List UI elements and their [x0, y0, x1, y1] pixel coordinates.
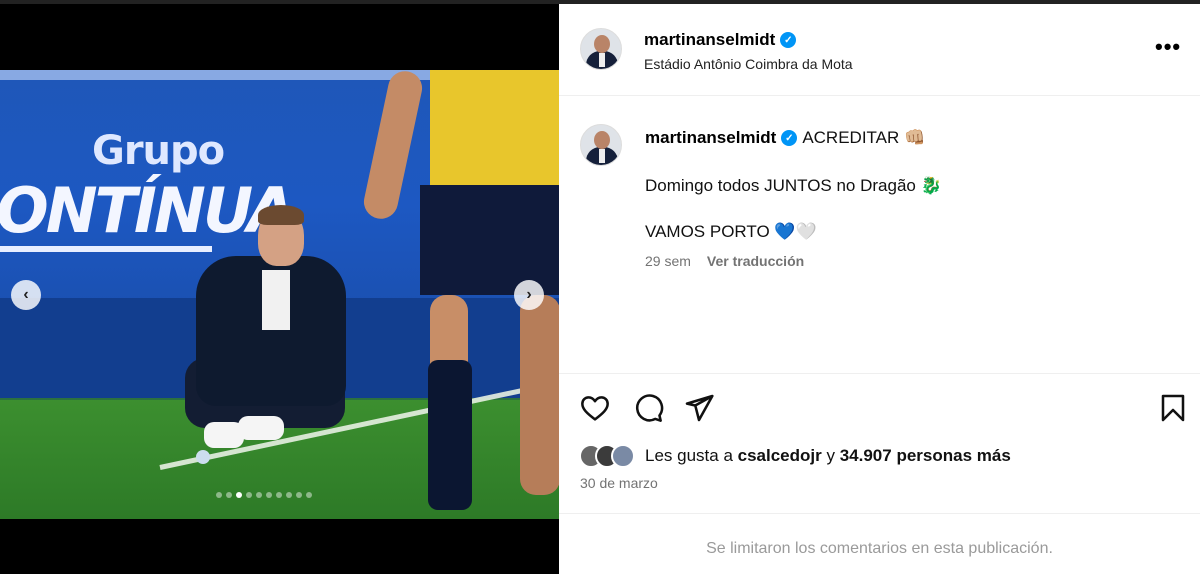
carousel-dot [286, 492, 292, 498]
liker-avatars[interactable] [579, 444, 635, 468]
carousel-dot [276, 492, 282, 498]
verified-badge-icon: ✓ [780, 32, 797, 48]
likes-joiner: y [826, 446, 835, 465]
comment-icon [635, 394, 664, 422]
prev-slide-button[interactable]: ‹ [11, 280, 41, 310]
player-sock [428, 360, 472, 510]
post-time[interactable]: 29 sem [645, 253, 691, 269]
avatar [611, 444, 635, 468]
post-header: martinanselmidt ✓ Estádio Antônio Coimbr… [559, 4, 1200, 96]
likes-prefix: Les gusta a [645, 446, 733, 465]
ad-underline [0, 246, 212, 252]
bookmark-icon [1161, 394, 1185, 422]
carousel-dot [236, 492, 242, 498]
carousel-dot [216, 492, 222, 498]
next-slide-button[interactable]: › [514, 280, 544, 310]
ad-text-1: Grupo [92, 128, 225, 174]
comment-button[interactable] [632, 392, 664, 424]
post-sidebar: martinanselmidt ✓ Estádio Antônio Coimbr… [559, 0, 1200, 574]
carousel-dot [246, 492, 252, 498]
likes-count[interactable]: 34.907 personas más [840, 446, 1011, 465]
caption-line-1: ACREDITAR 👊🏼 [802, 128, 926, 147]
coach-shoe [238, 416, 284, 440]
verified-badge-icon: ✓ [781, 130, 798, 146]
carousel-dot [266, 492, 272, 498]
comments-limited-notice: Se limitaron los comentarios en esta pub… [706, 540, 1053, 557]
player-leg [520, 295, 559, 495]
caption-line-2: Domingo todos JUNTOS no Dragão 🐉 [645, 176, 942, 195]
avatar[interactable] [580, 28, 622, 70]
caption-username[interactable]: martinanselmidt [645, 128, 776, 148]
player-shirt [430, 70, 559, 190]
post-date: 30 de marzo [580, 475, 658, 491]
send-icon [685, 394, 714, 422]
liker-username[interactable]: csalcedojr [738, 446, 822, 465]
avatar[interactable] [580, 124, 622, 166]
share-button[interactable] [683, 392, 715, 424]
carousel-dot [226, 492, 232, 498]
player-arm [360, 70, 426, 222]
save-button[interactable] [1157, 392, 1189, 424]
like-button[interactable] [579, 392, 611, 424]
action-bar: Les gusta a csalcedojr y 34.907 personas… [559, 374, 1200, 514]
post-photo[interactable]: Grupo ONTÍNUA [0, 70, 559, 519]
carousel-dot [306, 492, 312, 498]
likes-summary: Les gusta a csalcedojr y 34.907 personas… [645, 446, 1011, 466]
carousel-dot [256, 492, 262, 498]
translate-link[interactable]: Ver traducción [707, 253, 804, 269]
caption-line-3: VAMOS PORTO 💙🤍 [645, 222, 817, 241]
username-link[interactable]: martinanselmidt [644, 30, 775, 50]
caption: martinanselmidt ✓ ACREDITAR 👊🏼 Domingo t… [559, 96, 1200, 374]
ball [196, 450, 210, 464]
coach-hair [258, 205, 304, 225]
top-strip [0, 0, 559, 4]
heart-icon [581, 396, 609, 421]
chevron-right-icon: › [526, 286, 532, 303]
carousel-dots [216, 492, 312, 498]
coach-shirt [262, 270, 290, 330]
media-pane: Grupo ONTÍNUA ‹ › [0, 0, 559, 574]
location-link[interactable]: Estádio Antônio Coimbra da Mota [644, 56, 853, 72]
carousel-dot [296, 492, 302, 498]
banner-top [0, 70, 430, 80]
more-options-button[interactable]: ••• [1155, 34, 1181, 60]
likes-row: Les gusta a csalcedojr y 34.907 personas… [579, 444, 1011, 468]
chevron-left-icon: ‹ [23, 286, 29, 303]
ad-text-2: ONTÍNUA [0, 174, 295, 247]
player-shorts [420, 185, 559, 295]
